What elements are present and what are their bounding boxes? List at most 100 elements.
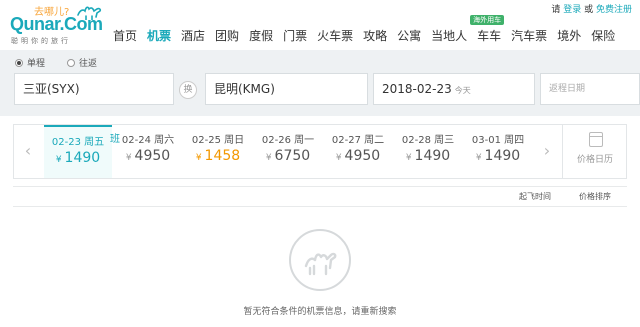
radio-dot	[15, 58, 23, 67]
date-price-strip: ‹ 02-23 周五 ¥1490 班 02-24 周六 ¥4950 02-25 周日 ¥14…	[13, 124, 627, 179]
date-price-cell[interactable]: 02-25 周日 ¥1458	[184, 125, 252, 178]
date-label: 03-01 周四	[471, 135, 525, 146]
nav-item[interactable]: 火车票	[312, 26, 358, 46]
nav-item-label: 保险	[591, 29, 616, 43]
nav-item[interactable]: 团购	[210, 26, 244, 46]
swap-cities-button[interactable]: 换	[179, 81, 197, 99]
price-label: ¥1490	[464, 148, 532, 164]
nav-item-label: 火车票	[317, 29, 354, 43]
date-label: 02-27 周二	[331, 135, 385, 146]
currency-symbol: ¥	[55, 155, 62, 165]
price-label: ¥6750	[254, 148, 322, 164]
date-label: 02-28 周三	[401, 135, 455, 146]
departure-city-input[interactable]: 三亚(SYX)	[14, 73, 174, 105]
nav-item[interactable]: 保险	[586, 26, 620, 46]
departure-date-input[interactable]: 2018-02-23 今天	[373, 73, 535, 105]
price-label: ¥1458	[184, 148, 252, 164]
date-price-cell[interactable]: 班 02-24 周六 ¥4950	[110, 125, 182, 178]
calendar-icon	[589, 132, 603, 147]
price-calendar-button[interactable]: 价格日历	[562, 125, 627, 178]
currency-symbol: ¥	[195, 153, 202, 163]
nav-item[interactable]: 机票	[142, 26, 176, 46]
logo-tagline: 聪明你的旅行	[11, 37, 71, 45]
price-label: ¥1490	[394, 148, 462, 164]
date-label: 02-24 周六	[121, 135, 175, 146]
sort-by-departure[interactable]: 起飞时间	[519, 187, 551, 206]
trip-type-group: 单程 往返	[15, 56, 119, 69]
nav-item[interactable]: 首页	[108, 26, 142, 46]
radio-dot	[67, 58, 76, 67]
login-link[interactable]: 登录	[563, 5, 581, 15]
empty-message: 暂无符合条件的机票信息，请重新搜索	[243, 307, 397, 317]
departure-date-value: 2018-02-23	[382, 82, 452, 96]
currency-symbol: ¥	[475, 153, 482, 163]
price-value: 1490	[484, 148, 521, 164]
date-price-cell[interactable]: 02-28 周三 ¥1490	[394, 125, 462, 178]
nav-item[interactable]: 度假	[244, 26, 278, 46]
main-nav: 首页 机票 酒店 团购 度假 门票 火车票 攻略 公寓 当地人 车车 海外用车 汽车票 境外 保险	[108, 15, 620, 46]
price-value: 4950	[134, 148, 171, 164]
price-label: ¥1490	[44, 150, 112, 166]
date-label: 02-26 周一	[261, 135, 315, 146]
price-calendar-label: 价格日历	[576, 155, 613, 165]
date-price-cell[interactable]: 02-23 周五 ¥1490	[44, 125, 112, 178]
nav-item-label: 汽车票	[511, 29, 548, 43]
nav-item-label: 攻略	[363, 29, 388, 43]
nav-item[interactable]: 门票	[278, 26, 312, 46]
currency-symbol: ¥	[125, 153, 132, 163]
price-value: 1490	[64, 150, 101, 166]
date-price-cell[interactable]: 03-01 周四 ¥1490	[464, 125, 532, 178]
nav-badge: 海外用车	[470, 15, 505, 25]
date-today-hint: 今天	[454, 86, 471, 95]
return-date-input[interactable]: 返程日期	[540, 73, 640, 105]
nav-item[interactable]: 攻略	[358, 26, 392, 46]
nav-item-label: 团购	[215, 29, 240, 43]
nav-item[interactable]: 当地人	[426, 26, 472, 46]
date-price-cell[interactable]: 02-26 周一 ¥6750	[254, 125, 322, 178]
currency-symbol: ¥	[265, 153, 272, 163]
nav-item-label: 门票	[283, 29, 308, 43]
price-value: 6750	[274, 148, 311, 164]
arrival-city-input[interactable]: 昆明(KMG)	[205, 73, 368, 105]
price-value: 1490	[414, 148, 451, 164]
date-price-cell[interactable]: 02-27 周二 ¥4950	[324, 125, 392, 178]
prev-dates-arrow-icon[interactable]: ‹	[19, 141, 37, 161]
nav-item[interactable]: 酒店	[176, 26, 210, 46]
radio-round-trip-label: 往返	[79, 59, 98, 69]
top-links: 请 登录 或 免费注册	[551, 2, 632, 15]
next-dates-arrow-icon[interactable]: ›	[538, 141, 556, 161]
toplinks-or: 或	[584, 5, 594, 15]
currency-symbol: ¥	[335, 153, 342, 163]
nav-item-label: 机票	[147, 29, 172, 43]
search-panel: 单程 往返 三亚(SYX) 换 昆明(KMG) 2018-02-23 今天 返程日…	[0, 50, 640, 116]
nav-item[interactable]: 境外	[552, 26, 586, 46]
price-label: ¥4950	[114, 148, 182, 164]
nav-item[interactable]: 公寓	[392, 26, 426, 46]
nav-item-label: 度假	[249, 29, 274, 43]
nav-item-label: 境外	[557, 29, 582, 43]
date-label: 02-23 周五	[51, 137, 105, 148]
radio-round-trip[interactable]: 往返	[67, 56, 97, 69]
toplinks-prefix: 请	[551, 5, 561, 15]
sort-by-price[interactable]: 价格排序	[579, 187, 611, 206]
logo-brand: Qunar.Com	[10, 14, 103, 34]
register-link[interactable]: 免费注册	[596, 5, 632, 15]
price-label: ¥4950	[324, 148, 392, 164]
nav-item[interactable]: 车车 海外用车	[470, 15, 506, 46]
nav-item-label: 酒店	[181, 29, 206, 43]
date-label: 02-25 周日	[191, 135, 245, 146]
site-header: 去哪儿? Qunar.Com 聪明你的旅行 请 登录 或 免费注册 首页 机票 酒店…	[0, 0, 640, 50]
qunar-logo[interactable]: 去哪儿? Qunar.Com 聪明你的旅行	[10, 3, 105, 47]
currency-symbol: ¥	[405, 153, 412, 163]
price-value: 4950	[344, 148, 381, 164]
radio-one-way-label: 单程	[27, 59, 46, 69]
sort-bar: 起飞时间 价格排序	[13, 186, 627, 207]
radio-one-way[interactable]: 单程	[15, 56, 45, 69]
nav-item-label: 首页	[113, 29, 138, 43]
price-value: 1458	[204, 148, 241, 164]
empty-results: 暂无符合条件的机票信息，请重新搜索	[13, 208, 627, 327]
nav-item[interactable]: 汽车票	[506, 26, 552, 46]
camel-empty-icon	[289, 229, 351, 291]
nav-item-label: 当地人	[431, 29, 468, 43]
nav-item-label: 公寓	[397, 29, 422, 43]
